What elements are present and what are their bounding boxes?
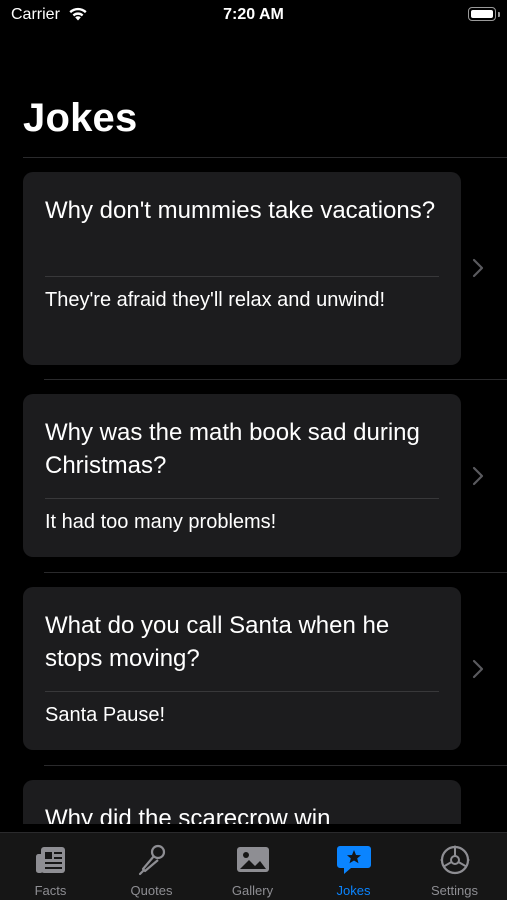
battery-tip <box>498 12 500 17</box>
page-title: Jokes <box>23 96 138 140</box>
joke-answer: It had too many problems! <box>45 511 277 533</box>
tab-bar: Facts Quotes Gallery Jokes Settings <box>0 832 507 900</box>
jokes-screen: Carrier 7:20 AM Jokes Why don't mummies … <box>0 0 507 900</box>
joke-row[interactable]: Why don't mummies take vacations? They'r… <box>0 158 507 380</box>
joke-row[interactable]: What do you call Santa when he stops mov… <box>0 573 507 766</box>
chevron-right-icon <box>472 659 484 684</box>
joke-answer: Santa Pause! <box>45 704 166 726</box>
joke-row[interactable]: Why was the math book sad during Christm… <box>0 380 507 573</box>
jokes-list[interactable]: Why don't mummies take vacations? They'r… <box>0 158 507 824</box>
tab-jokes[interactable]: Jokes <box>303 833 404 900</box>
gear-icon <box>439 845 470 875</box>
tab-settings[interactable]: Settings <box>404 833 505 900</box>
tab-quotes[interactable]: Quotes <box>101 833 202 900</box>
microphone-icon <box>138 844 165 876</box>
card-divider <box>45 498 439 499</box>
joke-card[interactable]: What do you call Santa when he stops mov… <box>23 587 461 750</box>
joke-card[interactable]: Why did the scarecrow win <box>23 780 461 824</box>
status-bar: Carrier 7:20 AM <box>0 0 507 32</box>
tab-label: Facts <box>34 883 67 898</box>
newspaper-icon <box>35 847 65 873</box>
joke-row[interactable]: Why did the scarecrow win <box>0 766 507 824</box>
joke-question: What do you call Santa when he stops mov… <box>45 612 390 672</box>
card-divider <box>45 276 439 277</box>
tab-label: Gallery <box>231 883 274 898</box>
star-bubble-icon <box>336 846 371 874</box>
photo-icon <box>236 847 269 872</box>
tab-label: Jokes <box>336 883 371 898</box>
joke-card[interactable]: Why was the math book sad during Christm… <box>23 394 461 557</box>
joke-card[interactable]: Why don't mummies take vacations? They'r… <box>23 172 461 365</box>
tab-gallery[interactable]: Gallery <box>202 833 303 900</box>
card-divider <box>45 691 439 692</box>
tab-label: Settings <box>431 883 478 898</box>
tab-label: Quotes <box>130 883 173 898</box>
chevron-right-icon <box>472 258 484 283</box>
battery-icon <box>468 7 496 21</box>
clock: 7:20 AM <box>223 6 284 23</box>
joke-question: Why was the math book sad during Christm… <box>45 419 420 479</box>
joke-question: Why don't mummies take vacations? <box>45 197 436 224</box>
tab-facts[interactable]: Facts <box>0 833 101 900</box>
chevron-right-icon <box>472 466 484 491</box>
joke-question: Why did the scarecrow win <box>45 805 331 824</box>
joke-answer: They're afraid they'll relax and unwind! <box>45 289 386 311</box>
